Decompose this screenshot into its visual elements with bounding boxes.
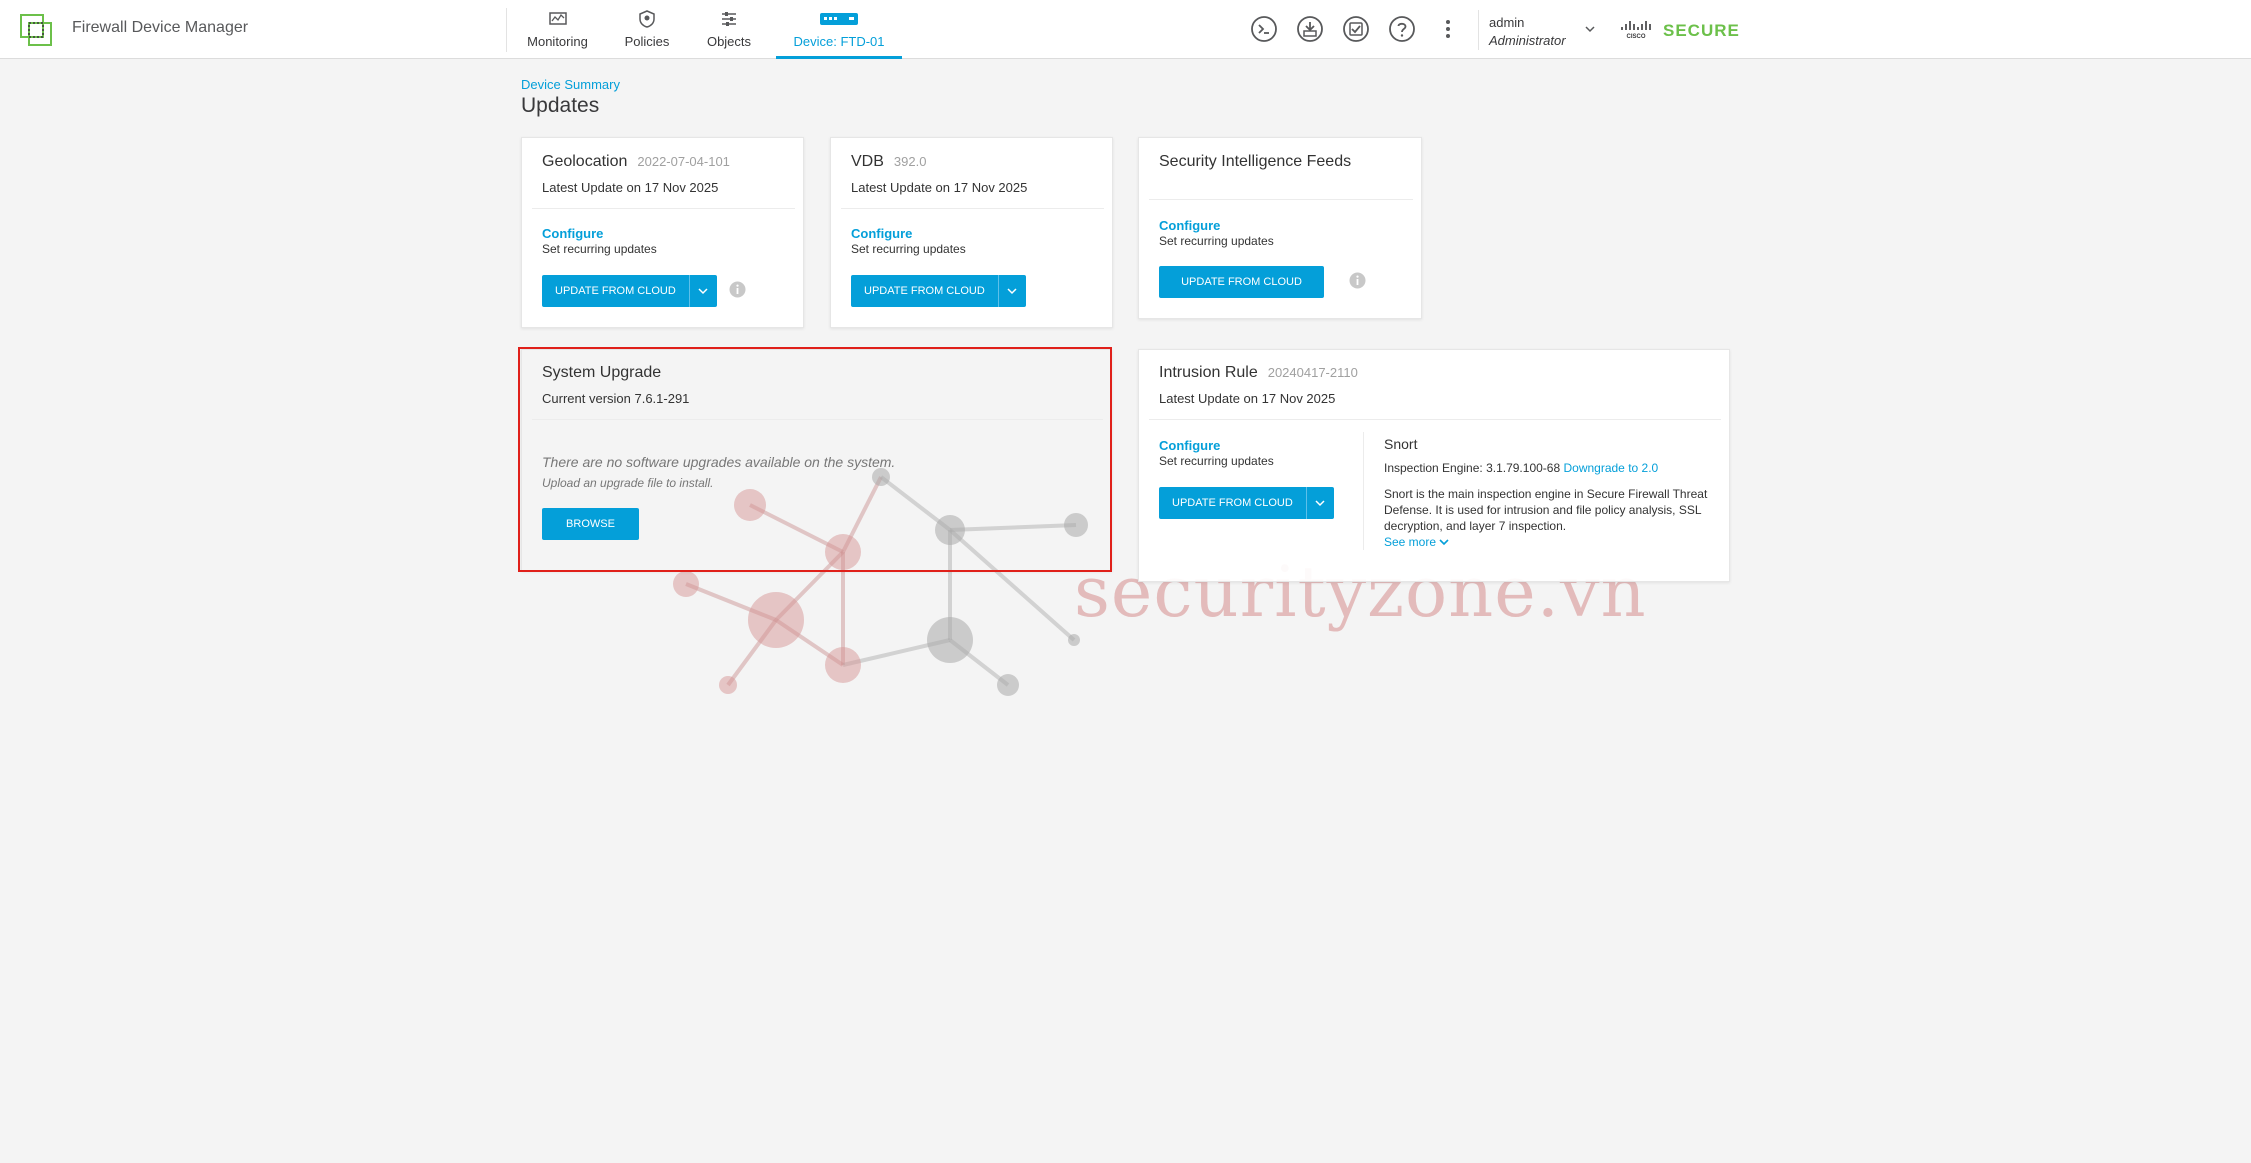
vdb-title-text: VDB	[851, 153, 884, 170]
nav-policies-label: Policies	[624, 34, 670, 49]
chevron-down-icon	[1315, 500, 1325, 507]
vdb-update-split-button: UPDATE FROM CLOUD	[851, 275, 1026, 307]
objects-icon	[722, 12, 736, 26]
chevron-down-icon	[698, 288, 708, 295]
info-icon[interactable]	[1349, 272, 1366, 289]
geolocation-version: 2022-07-04-101	[637, 154, 730, 169]
monitoring-icon	[548, 12, 567, 25]
vdb-update-dropdown-button[interactable]	[997, 275, 1026, 307]
intrusion-column-divider	[1363, 432, 1364, 550]
help-icon[interactable]	[1388, 15, 1416, 43]
annotation-highlight-box	[518, 347, 1112, 572]
sif-helper-text: Set recurring updates	[1159, 234, 1274, 248]
vdb-card: VDB 392.0 Latest Update on 17 Nov 2025 Co…	[830, 137, 1113, 328]
geolocation-configure-link[interactable]: Configure	[542, 226, 603, 241]
see-more-label: See more	[1384, 535, 1437, 549]
intrusion-helper-text: Set recurring updates	[1159, 454, 1274, 468]
nav-objects-label: Objects	[706, 34, 752, 49]
nav-device-label: Device: FTD-01	[793, 34, 885, 49]
nav-divider	[506, 8, 507, 52]
snort-title: Snort	[1384, 436, 1418, 452]
svg-text:CISCO: CISCO	[1626, 34, 1645, 39]
snort-engine-line: Inspection Engine: 3.1.79.100-68 Downgra…	[1384, 461, 1658, 475]
downgrade-link[interactable]: Downgrade to 2.0	[1563, 461, 1658, 475]
nav-objects[interactable]: Objects	[700, 10, 758, 59]
geolocation-latest-update: Latest Update on 17 Nov 2025	[542, 180, 719, 195]
vdb-helper-text: Set recurring updates	[851, 242, 966, 256]
app-title: Firewall Device Manager	[72, 19, 249, 36]
vdb-latest-update: Latest Update on 17 Nov 2025	[851, 180, 1028, 195]
geolocation-title-text: Geolocation	[542, 153, 628, 170]
cisco-logo: CISCO	[1621, 21, 1651, 39]
sif-update-from-cloud-button[interactable]: UPDATE FROM CLOUD	[1159, 266, 1324, 298]
snort-description: Snort is the main inspection engine in S…	[1384, 487, 1708, 533]
security-intelligence-feeds-card: Security Intelligence Feeds Configure Se…	[1138, 137, 1422, 319]
nav-monitoring-label: Monitoring	[527, 34, 588, 49]
brand-secure-text: SECURE	[1663, 21, 1740, 40]
user-name[interactable]: admin	[1489, 15, 1524, 30]
geolocation-update-dropdown-button[interactable]	[688, 275, 717, 307]
intrusion-update-split-button: UPDATE FROM CLOUD	[1159, 487, 1334, 519]
intrusion-title: Intrusion Rule 20240417-2110	[1159, 364, 1358, 382]
device-icon	[820, 13, 858, 25]
cli-console-icon[interactable]	[1250, 15, 1278, 43]
task-list-icon[interactable]	[1342, 15, 1370, 43]
fdm-logo-icon[interactable]	[20, 14, 52, 46]
breadcrumb-device-summary[interactable]: Device Summary	[521, 77, 620, 92]
snort-engine-label: Inspection Engine: 3.1.79.100-68	[1384, 461, 1561, 475]
vdb-configure-link[interactable]: Configure	[851, 226, 912, 241]
intrusion-configure-link[interactable]: Configure	[1159, 438, 1220, 453]
geolocation-title: Geolocation 2022-07-04-101	[542, 153, 730, 171]
card-divider	[1149, 199, 1413, 200]
nav-policies[interactable]: Policies	[618, 10, 676, 59]
see-more-link[interactable]: See more	[1384, 535, 1449, 549]
card-divider	[532, 208, 795, 209]
deploy-icon[interactable]	[1296, 15, 1324, 43]
intrusion-update-from-cloud-button[interactable]: UPDATE FROM CLOUD	[1159, 487, 1306, 519]
nav-device[interactable]: Device: FTD-01	[776, 10, 902, 59]
user-role: Administrator	[1489, 33, 1566, 48]
info-icon[interactable]	[729, 281, 746, 298]
intrusion-title-text: Intrusion Rule	[1159, 364, 1258, 381]
page-title: Updates	[521, 94, 600, 117]
geolocation-card: Geolocation 2022-07-04-101 Latest Update …	[521, 137, 804, 328]
card-divider	[1149, 419, 1721, 420]
card-divider	[841, 208, 1104, 209]
intrusion-update-dropdown-button[interactable]	[1305, 487, 1334, 519]
nav-monitoring[interactable]: Monitoring	[520, 10, 595, 59]
chevron-down-icon[interactable]	[1584, 24, 1596, 34]
vdb-version: 392.0	[893, 154, 927, 169]
intrusion-latest-update: Latest Update on 17 Nov 2025	[1159, 391, 1336, 406]
chevron-down-icon	[1439, 539, 1449, 546]
geolocation-update-from-cloud-button[interactable]: UPDATE FROM CLOUD	[542, 275, 689, 307]
header-divider	[1478, 10, 1479, 50]
sif-title: Security Intelligence Feeds	[1159, 153, 1352, 170]
intrusion-version: 20240417-2110	[1267, 365, 1358, 380]
chevron-down-icon	[1007, 288, 1017, 295]
vdb-title: VDB 392.0	[851, 153, 926, 171]
geolocation-helper-text: Set recurring updates	[542, 242, 657, 256]
geolocation-update-split-button: UPDATE FROM CLOUD	[542, 275, 717, 307]
policies-icon	[639, 10, 655, 28]
more-menu-icon[interactable]	[1434, 15, 1462, 43]
sif-configure-link[interactable]: Configure	[1159, 218, 1220, 233]
vdb-update-from-cloud-button[interactable]: UPDATE FROM CLOUD	[851, 275, 998, 307]
top-header: Firewall Device Manager Monitoring Polic…	[0, 0, 2251, 59]
